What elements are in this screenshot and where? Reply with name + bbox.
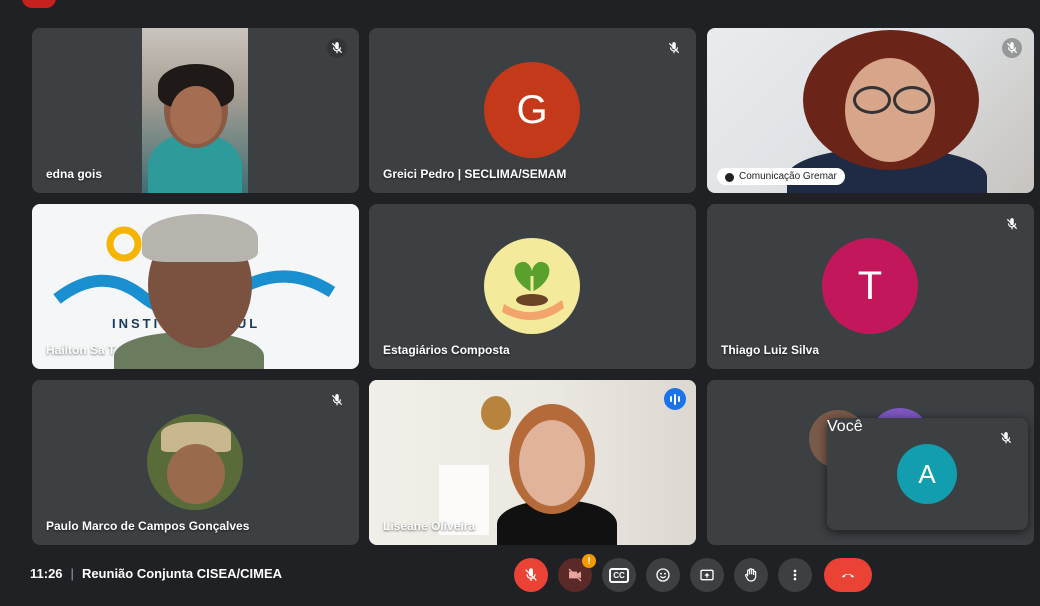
- pin-icon: [725, 173, 734, 182]
- participant-avatar: T: [822, 238, 918, 334]
- participant-tile-paulo[interactable]: Paulo Marco de Campos Gonçalves: [32, 380, 359, 545]
- camera-toggle-button[interactable]: !: [558, 554, 596, 592]
- more-vert-icon: [793, 569, 797, 581]
- emoji-reactions-button[interactable]: [646, 558, 680, 592]
- captions-icon: CC: [609, 567, 629, 583]
- participant-name: Estagiários Composta: [383, 343, 510, 357]
- muted-mic-icon: [664, 38, 684, 58]
- participant-name: Paulo Marco de Campos Gonçalves: [46, 519, 250, 533]
- meeting-details[interactable]: 11:26 | Reunião Conjunta CISEA/CIMEA: [30, 566, 282, 581]
- raise-hand-button[interactable]: [734, 558, 768, 592]
- participant-name: Liseane Oliveira: [383, 519, 476, 533]
- captions-button[interactable]: CC: [602, 558, 636, 592]
- muted-mic-icon: [1002, 38, 1022, 58]
- more-options-button[interactable]: [778, 558, 812, 592]
- participant-name: Hailton Sa T: [46, 343, 116, 357]
- participant-tile-hailton[interactable]: INSTITUTO AZUL Hailton Sa T: [32, 204, 359, 369]
- participant-tile-comunicacao[interactable]: Comunicação Gremar: [707, 28, 1034, 193]
- microphone-toggle-button[interactable]: [514, 558, 548, 592]
- separator: |: [70, 566, 74, 581]
- warning-badge: !: [582, 554, 596, 568]
- participant-tile-greici[interactable]: G Greici Pedro | SECLIMA/SEMAM: [369, 28, 696, 193]
- participant-tile-thiago[interactable]: T Thiago Luiz Silva: [707, 204, 1034, 369]
- muted-mic-icon: [996, 428, 1016, 448]
- participant-name: Greici Pedro | SECLIMA/SEMAM: [383, 167, 567, 181]
- plant-heart-icon: [502, 261, 564, 321]
- mic-off-icon: [525, 568, 537, 581]
- participant-name: Comunicação Gremar: [739, 171, 837, 182]
- camera-off-icon: [568, 568, 582, 582]
- participant-video: [142, 28, 248, 193]
- participant-tile-estagiarios[interactable]: Estagiários Composta: [369, 204, 696, 369]
- present-screen-icon: [700, 569, 714, 581]
- muted-mic-icon: [327, 390, 347, 410]
- participant-avatar: G: [484, 62, 580, 158]
- meeting-title: Reunião Conjunta CISEA/CIMEA: [81, 566, 282, 581]
- meeting-control-bar: 11:26 | Reunião Conjunta CISEA/CIMEA ! CC: [0, 546, 1040, 606]
- speaking-indicator-icon: [664, 388, 686, 410]
- meeting-time: 11:26: [30, 566, 63, 581]
- leave-call-button[interactable]: [824, 558, 872, 592]
- hang-up-icon: [842, 573, 854, 578]
- hand-icon: [745, 568, 757, 582]
- participant-avatar: [147, 414, 243, 510]
- present-screen-button[interactable]: [690, 558, 724, 592]
- participant-name: edna gois: [46, 167, 103, 181]
- participant-avatar: [484, 238, 580, 334]
- emoji-icon: [656, 568, 670, 582]
- muted-mic-icon: [1002, 214, 1022, 234]
- participant-name: Thiago Luiz Silva: [721, 343, 820, 357]
- recording-indicator: [22, 0, 56, 8]
- self-view-tile[interactable]: A Você: [827, 418, 1028, 530]
- participant-name-badge: Comunicação Gremar: [717, 168, 845, 185]
- self-avatar: A: [897, 444, 957, 504]
- participant-tile-liseane[interactable]: Liseane Oliveira: [369, 380, 696, 545]
- muted-mic-icon: [327, 38, 347, 58]
- participant-tile-edna[interactable]: edna gois: [32, 28, 359, 193]
